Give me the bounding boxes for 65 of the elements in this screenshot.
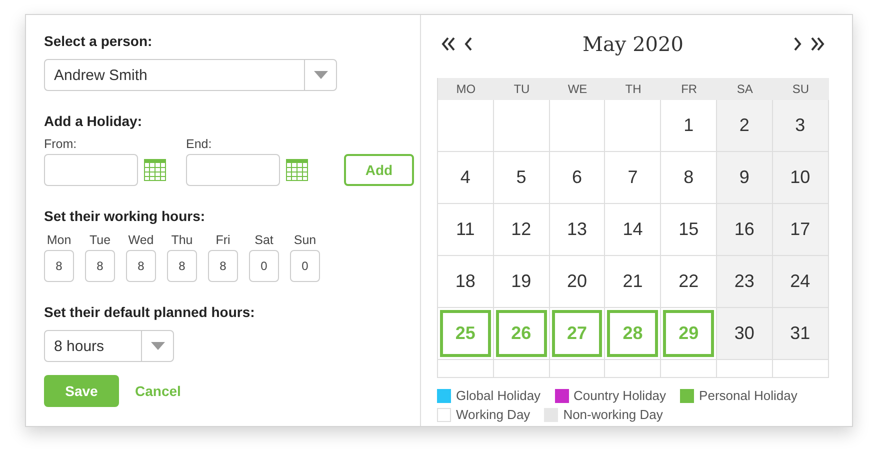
calendar-day[interactable]: 11 bbox=[440, 206, 491, 253]
legend-label: Personal Holiday bbox=[699, 388, 798, 404]
section-heading: Add a Holiday: bbox=[44, 113, 144, 129]
calendar-day[interactable]: 14 bbox=[607, 206, 658, 253]
section-heading: Set their working hours: bbox=[44, 208, 206, 224]
person-select[interactable]: Andrew Smith bbox=[44, 59, 337, 91]
weekday-header: TU bbox=[494, 78, 550, 100]
calendar-day[interactable]: 13 bbox=[552, 206, 602, 253]
calendar-day[interactable]: 5 bbox=[496, 154, 547, 201]
weekday-label: Sun bbox=[294, 233, 316, 247]
weekday-label: Tue bbox=[89, 233, 111, 247]
weekday-header: TH bbox=[605, 78, 662, 100]
hours-field[interactable]: 0 bbox=[249, 250, 279, 282]
calendar-day[interactable]: 7 bbox=[607, 154, 658, 201]
calendar-day[interactable]: 8 bbox=[663, 154, 714, 201]
calendar-day[interactable]: 30 bbox=[718, 310, 770, 357]
hours-field[interactable]: 8 bbox=[44, 250, 74, 282]
weekday-label: Mon bbox=[46, 233, 72, 247]
weekday-label: Sat bbox=[254, 233, 274, 247]
month-title: May 2020 bbox=[582, 32, 684, 56]
calendar-day[interactable]: 6 bbox=[552, 154, 602, 201]
calendar-day[interactable]: 15 bbox=[663, 206, 714, 253]
caret-icon bbox=[314, 71, 328, 79]
calendar-day[interactable]: 4 bbox=[440, 154, 491, 201]
calendar-day[interactable]: 31 bbox=[774, 310, 826, 357]
date-field[interactable] bbox=[186, 154, 280, 186]
section-heading: Set their default planned hours: bbox=[44, 304, 256, 320]
calendar-day[interactable]: 10 bbox=[774, 154, 826, 201]
calendar-day[interactable]: 20 bbox=[552, 258, 602, 305]
legend-label: Country Holiday bbox=[574, 388, 666, 404]
calendar-day[interactable]: 17 bbox=[774, 206, 826, 253]
section-heading: Select a person: bbox=[44, 33, 154, 49]
weekday-header: SU bbox=[772, 78, 829, 100]
calendar-day[interactable]: 16 bbox=[718, 206, 770, 253]
calendar-day[interactable]: 9 bbox=[718, 154, 770, 201]
hours-field[interactable]: 8 bbox=[208, 250, 238, 282]
hours-select[interactable]: 8 hours bbox=[44, 330, 174, 362]
caret-icon bbox=[150, 342, 164, 350]
hours-field[interactable]: 0 bbox=[290, 250, 320, 282]
calendar-day[interactable]: 1 bbox=[663, 102, 714, 149]
weekday-header: MO bbox=[438, 78, 494, 100]
weekday-header: FR bbox=[661, 78, 717, 100]
calendar-day[interactable]: 19 bbox=[496, 258, 547, 305]
weekday-label: Fri bbox=[216, 233, 230, 247]
calendar-day[interactable]: 23 bbox=[718, 258, 770, 305]
calendar-day[interactable]: 18 bbox=[440, 258, 491, 305]
legend-label: Working Day bbox=[456, 407, 530, 423]
calendar-day[interactable]: 21 bbox=[607, 258, 658, 305]
weekday-header: SA bbox=[716, 78, 773, 100]
hours-field[interactable]: 8 bbox=[167, 250, 197, 282]
hours-field[interactable]: 8 bbox=[126, 250, 156, 282]
legend-label: Global Holiday bbox=[456, 388, 541, 404]
calendar-day[interactable]: 3 bbox=[774, 102, 826, 149]
weekday-header: WE bbox=[550, 78, 606, 100]
weekday-label: Wed bbox=[128, 233, 154, 247]
hours-field[interactable]: 8 bbox=[85, 250, 115, 282]
legend-label: Non-working Day bbox=[563, 407, 663, 423]
calendar-day[interactable]: 24 bbox=[774, 258, 826, 305]
field-label: End: bbox=[186, 137, 212, 151]
calendar-day[interactable]: 12 bbox=[496, 206, 547, 253]
calendar-day[interactable]: 2 bbox=[718, 102, 770, 149]
weekday-label: Thu bbox=[171, 233, 193, 247]
calendar-day[interactable]: 22 bbox=[663, 258, 714, 305]
field-label: From: bbox=[44, 137, 77, 151]
date-field[interactable] bbox=[44, 154, 138, 186]
